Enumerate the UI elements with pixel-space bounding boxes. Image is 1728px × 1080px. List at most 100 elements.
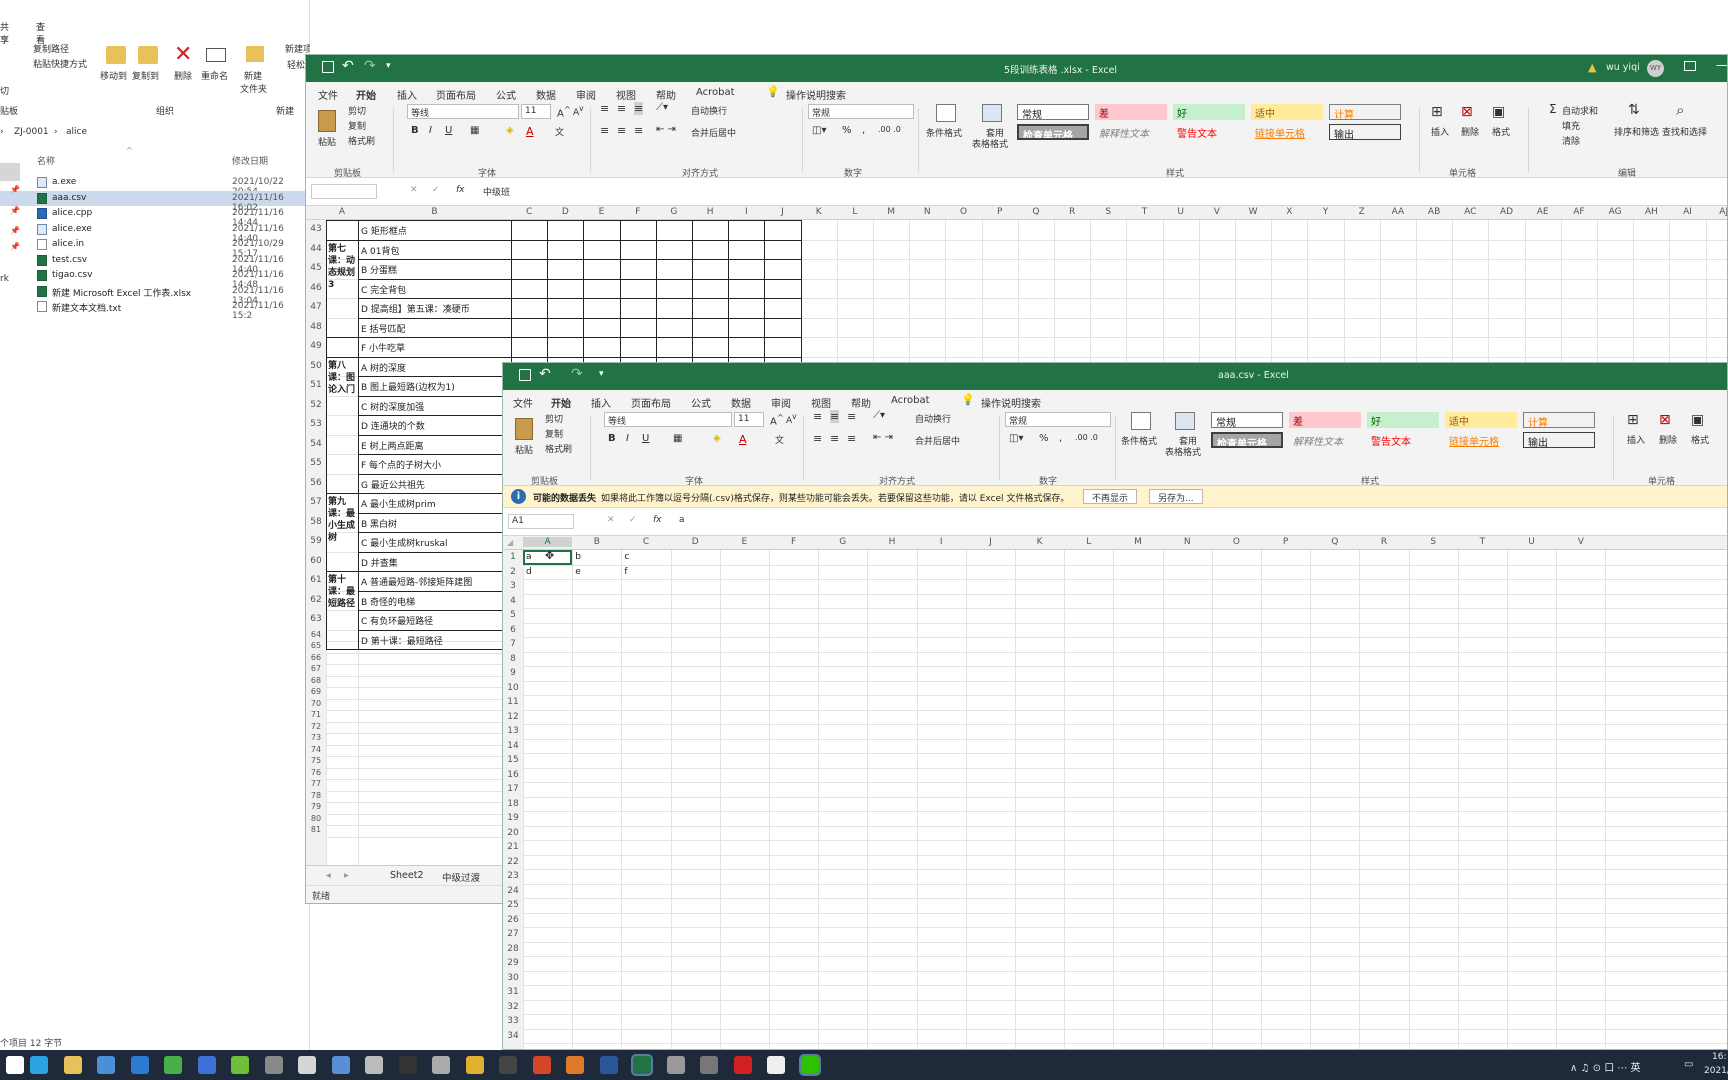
name-box[interactable] bbox=[311, 184, 377, 199]
align-top-icon[interactable]: ≡ bbox=[813, 410, 822, 423]
problem-cell[interactable]: G 最近公共祖先 bbox=[361, 478, 511, 491]
conditional-format-icon[interactable] bbox=[1131, 412, 1151, 430]
column-header[interactable]: L bbox=[837, 207, 873, 217]
format-icon[interactable]: ▣ bbox=[1492, 104, 1505, 120]
clock-time[interactable]: 16: bbox=[1712, 1052, 1726, 1062]
rename-icon[interactable] bbox=[206, 48, 226, 62]
font-size-select[interactable]: 11 bbox=[734, 412, 764, 427]
ribbon-display-icon[interactable] bbox=[1684, 61, 1696, 71]
indent-icon[interactable]: ⇤ ⇥ bbox=[656, 124, 676, 135]
column-header[interactable]: AC bbox=[1452, 207, 1488, 217]
increase-font-icon[interactable]: A^ bbox=[770, 412, 784, 427]
dont-show-again-button[interactable]: 不再显示 bbox=[1083, 489, 1138, 504]
undo-icon[interactable]: ↶ bbox=[539, 366, 551, 382]
column-header[interactable]: W bbox=[1235, 207, 1271, 217]
column-header[interactable]: AH bbox=[1633, 207, 1669, 217]
conditional-format-icon[interactable] bbox=[936, 104, 956, 122]
next-sheet-icon[interactable]: ▸ bbox=[344, 870, 349, 881]
style-linked[interactable]: 链接单元格 bbox=[1251, 124, 1323, 140]
tab-3[interactable]: 页面布局 bbox=[436, 87, 476, 102]
column-header[interactable]: K bbox=[801, 207, 837, 217]
problem-cell[interactable]: E 括号匹配 bbox=[361, 322, 511, 335]
wrap-text-button[interactable]: 自动换行 bbox=[915, 412, 951, 425]
column-header[interactable]: R bbox=[1054, 207, 1090, 217]
column-header[interactable]: C bbox=[621, 537, 670, 547]
format-painter-button[interactable]: 格式刷 bbox=[348, 134, 375, 147]
format-button[interactable]: 格式 bbox=[1492, 125, 1510, 138]
enter-icon[interactable]: ✓ bbox=[432, 185, 440, 195]
column-header[interactable]: A bbox=[523, 537, 573, 547]
copy-path-button[interactable]: 复制路径 bbox=[33, 42, 69, 55]
style-neutral[interactable]: 适中 bbox=[1445, 412, 1517, 428]
find-select-button[interactable]: 查找和选择 bbox=[1662, 125, 1707, 138]
phonetic-icon[interactable]: 文 bbox=[775, 433, 784, 446]
style-bad[interactable]: 差 bbox=[1095, 104, 1167, 120]
notification-icon[interactable]: ▭ bbox=[1684, 1059, 1693, 1070]
column-header[interactable]: S bbox=[1409, 537, 1458, 547]
tab-3[interactable]: 页面布局 bbox=[631, 395, 671, 410]
align-top-icon[interactable]: ≡ bbox=[600, 102, 609, 115]
cut-button[interactable]: 切 bbox=[0, 84, 9, 97]
column-header[interactable]: AA bbox=[1380, 207, 1416, 217]
insert-button[interactable]: 插入 bbox=[1431, 125, 1449, 138]
powerpoint-icon[interactable] bbox=[532, 1056, 551, 1074]
problem-cell[interactable]: D 并查集 bbox=[361, 556, 511, 569]
conditional-format-button[interactable]: 条件格式 bbox=[1121, 434, 1157, 447]
column-header[interactable]: AB bbox=[1416, 207, 1452, 217]
chat-icon[interactable] bbox=[164, 1056, 182, 1074]
insert-icon[interactable]: ⊞ bbox=[1431, 104, 1443, 120]
merge-center-button[interactable]: 合并后居中 bbox=[915, 434, 960, 447]
sort-filter-button[interactable]: 排序和筛选 bbox=[1614, 125, 1659, 138]
percent-icon[interactable]: % bbox=[1039, 433, 1049, 444]
file-row[interactable]: alice.cpp 2021/11/16 14:44 bbox=[0, 206, 305, 228]
paste-icon[interactable] bbox=[318, 110, 336, 132]
column-header[interactable]: X bbox=[1271, 207, 1307, 217]
fill-color-icon[interactable]: ◈ bbox=[713, 433, 721, 444]
underline-button[interactable]: U bbox=[445, 125, 452, 136]
column-header[interactable]: AE bbox=[1525, 207, 1561, 217]
save-icon[interactable] bbox=[322, 61, 334, 73]
paste-button[interactable]: 粘贴 bbox=[318, 135, 336, 148]
copy-to-button[interactable]: 复制到 bbox=[132, 69, 159, 82]
decrease-font-icon[interactable]: Av bbox=[786, 412, 797, 426]
column-header[interactable]: E bbox=[583, 207, 619, 217]
column-header[interactable]: AJ bbox=[1706, 207, 1727, 217]
file-row[interactable]: tigao.csv 2021/11/16 14:48 bbox=[0, 268, 305, 290]
column-header[interactable]: AG bbox=[1597, 207, 1633, 217]
conditional-format-button[interactable]: 条件格式 bbox=[926, 126, 962, 139]
column-header[interactable]: P bbox=[1261, 537, 1310, 547]
search-icon[interactable]: ⌕ bbox=[1676, 101, 1684, 119]
delete-button[interactable]: 删除 bbox=[1659, 433, 1677, 446]
problem-cell[interactable]: F 小牛吃草 bbox=[361, 341, 511, 354]
tab-7[interactable]: 视图 bbox=[811, 395, 831, 410]
column-header[interactable]: H bbox=[867, 537, 916, 547]
borders-icon[interactable]: ▦ bbox=[470, 125, 479, 136]
column-header[interactable]: F bbox=[769, 537, 818, 547]
paste-button[interactable]: 粘贴 bbox=[515, 443, 533, 456]
orientation-icon[interactable]: ⟋▾ bbox=[873, 410, 885, 421]
font-size-select[interactable]: 11 bbox=[521, 104, 551, 119]
column-header[interactable]: V bbox=[1199, 207, 1235, 217]
clock-date[interactable]: 2021/ bbox=[1704, 1066, 1728, 1076]
column-header[interactable]: N bbox=[1163, 537, 1212, 547]
calculator-icon[interactable] bbox=[700, 1056, 718, 1074]
style-warning[interactable]: 警告文本 bbox=[1173, 124, 1245, 140]
pin-icon[interactable]: 📌 bbox=[10, 185, 20, 194]
column-header[interactable]: M bbox=[1113, 537, 1162, 547]
column-header[interactable]: AF bbox=[1561, 207, 1597, 217]
style-good[interactable]: 好 bbox=[1367, 412, 1439, 428]
problem-cell[interactable]: D 提高组】第五课：凑硬币 bbox=[361, 302, 511, 315]
undo-icon[interactable]: ↶ bbox=[342, 58, 354, 74]
style-explanatory[interactable]: 解释性文本 bbox=[1095, 124, 1167, 140]
column-header[interactable]: F bbox=[620, 207, 656, 217]
style-calculation[interactable]: 计算 bbox=[1329, 104, 1401, 120]
cell[interactable]: e bbox=[575, 567, 581, 577]
table-format-icon[interactable] bbox=[982, 104, 1002, 122]
style-check-cell[interactable]: 检查单元格 bbox=[1017, 124, 1089, 140]
tab-0[interactable]: 文件 bbox=[318, 87, 338, 102]
format-painter-button[interactable]: 格式刷 bbox=[545, 442, 572, 455]
comma-icon[interactable]: , bbox=[862, 125, 865, 136]
new-folder-button[interactable]: 新建 bbox=[244, 69, 262, 82]
problem-cell[interactable]: A 树的深度 bbox=[361, 361, 511, 374]
sheet-tab[interactable]: Sheet2 bbox=[390, 870, 424, 881]
